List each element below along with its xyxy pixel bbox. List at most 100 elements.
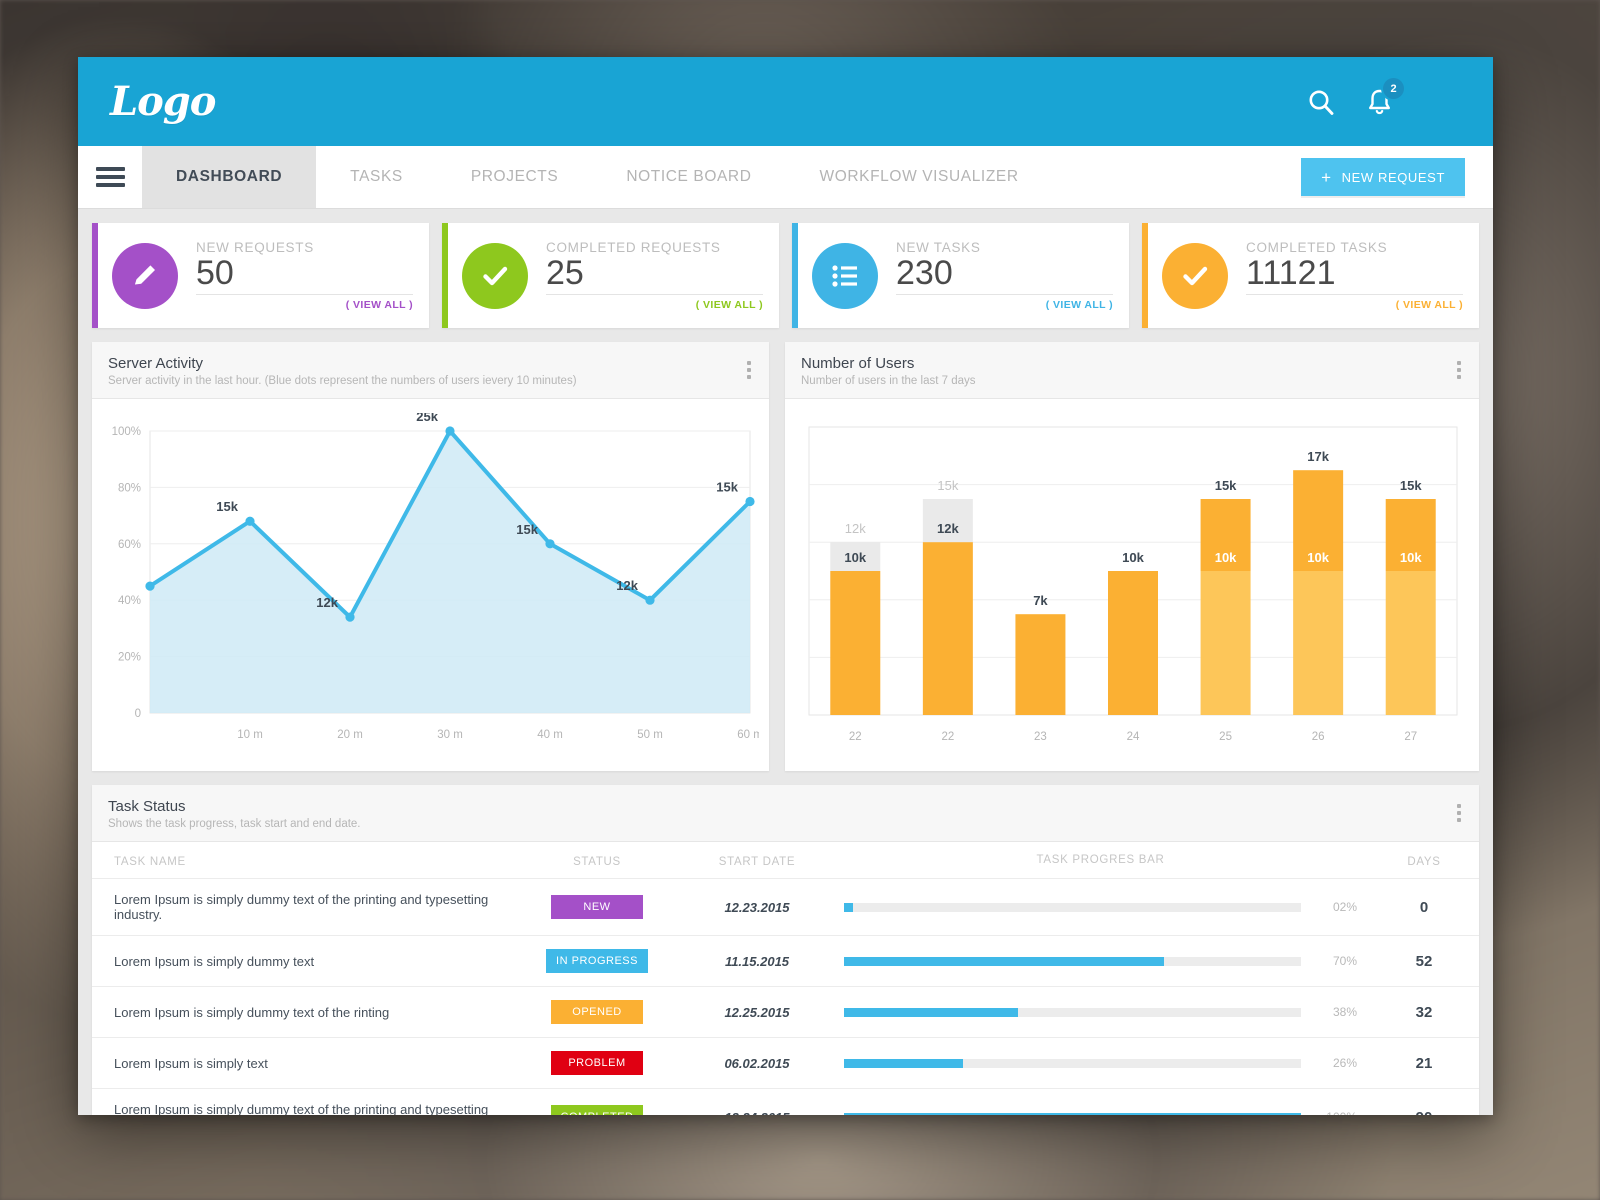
svg-text:60%: 60% — [118, 539, 141, 551]
svg-text:10k: 10k — [1307, 550, 1329, 565]
table-row[interactable]: Lorem Ipsum is simply dummy text of the … — [92, 878, 1479, 936]
cell-start-date: 11.15.2015 — [682, 935, 832, 987]
app-window: Logo 2 DASHBOARD TASKS PROJECTS NOTICE B… — [78, 57, 1493, 1115]
app-logo[interactable]: Logo — [110, 78, 216, 125]
progress-fill — [844, 1058, 963, 1068]
svg-text:20%: 20% — [118, 652, 141, 664]
progress-track — [844, 1007, 1301, 1017]
panel-subtitle: Number of users in the last 7 days — [801, 375, 976, 387]
cell-status: COMPLETED — [512, 1089, 682, 1115]
svg-text:15k: 15k — [1400, 478, 1422, 493]
stat-value: 25 — [546, 255, 763, 296]
status-badge: NEW — [551, 895, 643, 919]
more-options-icon[interactable] — [1453, 357, 1465, 383]
table-row[interactable]: Lorem Ipsum is simply dummy text of the … — [92, 1089, 1479, 1115]
progress-fill — [844, 956, 1164, 966]
svg-text:40%: 40% — [118, 595, 141, 607]
new-request-button[interactable]: + NEW REQUEST — [1301, 158, 1465, 196]
cell-progress: 26% — [832, 1037, 1369, 1089]
status-badge: PROBLEM — [551, 1051, 643, 1075]
stat-card-completed-requests: COMPLETED REQUESTS 25 ( VIEW ALL ) — [442, 223, 779, 328]
pencil-icon — [112, 242, 178, 309]
view-all-link[interactable]: ( VIEW ALL ) — [196, 299, 413, 311]
table-row[interactable]: Lorem Ipsum is simply dummy text of the … — [92, 986, 1479, 1038]
panel-header: Server Activity Server activity in the l… — [92, 342, 769, 399]
stat-body: COMPLETED TASKS 11121 ( VIEW ALL ) — [1228, 240, 1479, 311]
progress-track — [844, 956, 1301, 966]
list-icon — [812, 242, 878, 309]
progress-fill — [844, 902, 854, 912]
plus-icon: + — [1321, 167, 1332, 187]
stat-card-new-requests: NEW REQUESTS 50 ( VIEW ALL ) — [92, 223, 429, 328]
sidebar-toggle-icon[interactable] — [78, 146, 142, 208]
stat-value: 11121 — [1246, 255, 1463, 296]
tab-notice-board[interactable]: NOTICE BOARD — [592, 146, 785, 208]
panel-subtitle: Shows the task progress, task start and … — [108, 818, 361, 830]
progress-fill — [844, 1007, 1018, 1017]
svg-text:12k: 12k — [316, 595, 338, 610]
cell-days: 0 — [1369, 878, 1479, 936]
charts-row: Server Activity Server activity in the l… — [92, 342, 1479, 771]
svg-text:100%: 100% — [112, 426, 141, 438]
tab-projects[interactable]: PROJECTS — [437, 146, 592, 208]
more-options-icon[interactable] — [743, 357, 755, 383]
svg-text:17k: 17k — [1307, 449, 1329, 464]
cell-task-name: Lorem Ipsum is simply dummy text of the … — [114, 1102, 489, 1115]
svg-text:10k: 10k — [844, 550, 866, 565]
panel-header: Task Status Shows the task progress, tas… — [92, 785, 1479, 842]
svg-text:15k: 15k — [1215, 478, 1237, 493]
table-body: Lorem Ipsum is simply dummy text of the … — [92, 878, 1479, 1115]
tab-dashboard[interactable]: DASHBOARD — [142, 146, 317, 208]
view-all-link[interactable]: ( VIEW ALL ) — [546, 299, 763, 311]
panel-body: 0 20% 40% 60% 80% 100% 15k 12k 25k 15k 12k 15k 10 m 2… — [92, 399, 769, 771]
panel-title: Number of Users — [801, 355, 915, 372]
svg-text:25k: 25k — [416, 413, 438, 424]
number-of-users-panel: Number of Users Number of users in the l… — [785, 342, 1479, 771]
cell-progress: 02% — [832, 878, 1369, 936]
view-all-link[interactable]: ( VIEW ALL ) — [896, 299, 1113, 311]
col-progress: TASK PROGRES BAR — [832, 842, 1369, 879]
stat-card-new-tasks: NEW TASKS 230 ( VIEW ALL ) — [792, 223, 1129, 328]
more-options-icon[interactable] — [1453, 800, 1465, 826]
status-badge: COMPLETED — [550, 1105, 644, 1115]
svg-text:10 m: 10 m — [237, 729, 263, 741]
svg-text:22: 22 — [849, 731, 862, 743]
cell-task-name: Lorem Ipsum is simply text — [92, 1037, 512, 1089]
table-header-row: TASK NAME STATUS START DATE TASK PROGRES… — [92, 842, 1479, 879]
notification-badge: 2 — [1383, 78, 1404, 99]
svg-text:40 m: 40 m — [537, 729, 563, 741]
check-icon — [462, 242, 528, 309]
cell-task-name: Lorem Ipsum is simply dummy text of the … — [92, 986, 512, 1038]
panel-title: Task Status — [108, 798, 186, 815]
svg-text:80%: 80% — [118, 482, 141, 494]
status-badge: OPENED — [551, 1000, 643, 1024]
notification-bell-icon[interactable]: 2 — [1366, 78, 1404, 116]
svg-text:23: 23 — [1034, 731, 1047, 743]
progress-track — [844, 902, 1301, 912]
task-status-card: Task Status Shows the task progress, tas… — [92, 785, 1479, 1115]
cell-status: OPENED — [512, 986, 682, 1038]
svg-text:10k: 10k — [1400, 550, 1422, 565]
svg-text:50 m: 50 m — [637, 729, 663, 741]
search-icon[interactable] — [1306, 87, 1336, 117]
main-navigation: DASHBOARD TASKS PROJECTS NOTICE BOARD WO… — [78, 146, 1493, 209]
panel-title: Server Activity — [108, 355, 204, 372]
stat-body: NEW TASKS 230 ( VIEW ALL ) — [878, 240, 1129, 311]
svg-text:7k: 7k — [1033, 593, 1048, 608]
stat-cards: NEW REQUESTS 50( VIEW ALL ) COMPLETED REQU… — [92, 223, 1479, 328]
table-row[interactable]: Lorem Ipsum is simply dummy text IN PROGR… — [92, 935, 1479, 987]
stat-body: COMPLETED REQUESTS 25 ( VIEW ALL ) — [528, 240, 779, 311]
progress-track — [844, 1058, 1301, 1068]
tab-tasks[interactable]: TASKS — [316, 146, 437, 208]
table-row[interactable]: Lorem Ipsum is simply text PROBLEM 06.02.2… — [92, 1037, 1479, 1089]
view-all-link[interactable]: ( VIEW ALL ) — [1246, 299, 1463, 311]
stat-value: 230 — [896, 255, 1113, 296]
cell-status: PROBLEM — [512, 1037, 682, 1089]
cell-start-date: 12.25.2015 — [682, 986, 832, 1038]
progress-track — [844, 1112, 1301, 1115]
cell-days: 52 — [1369, 935, 1479, 987]
svg-text:26: 26 — [1312, 731, 1325, 743]
cell-days: 32 — [1369, 986, 1479, 1038]
tab-workflow-visualizer[interactable]: WORKFLOW VISUALIZER — [786, 146, 1053, 208]
hamburger-menu-icon[interactable] — [1423, 92, 1453, 111]
